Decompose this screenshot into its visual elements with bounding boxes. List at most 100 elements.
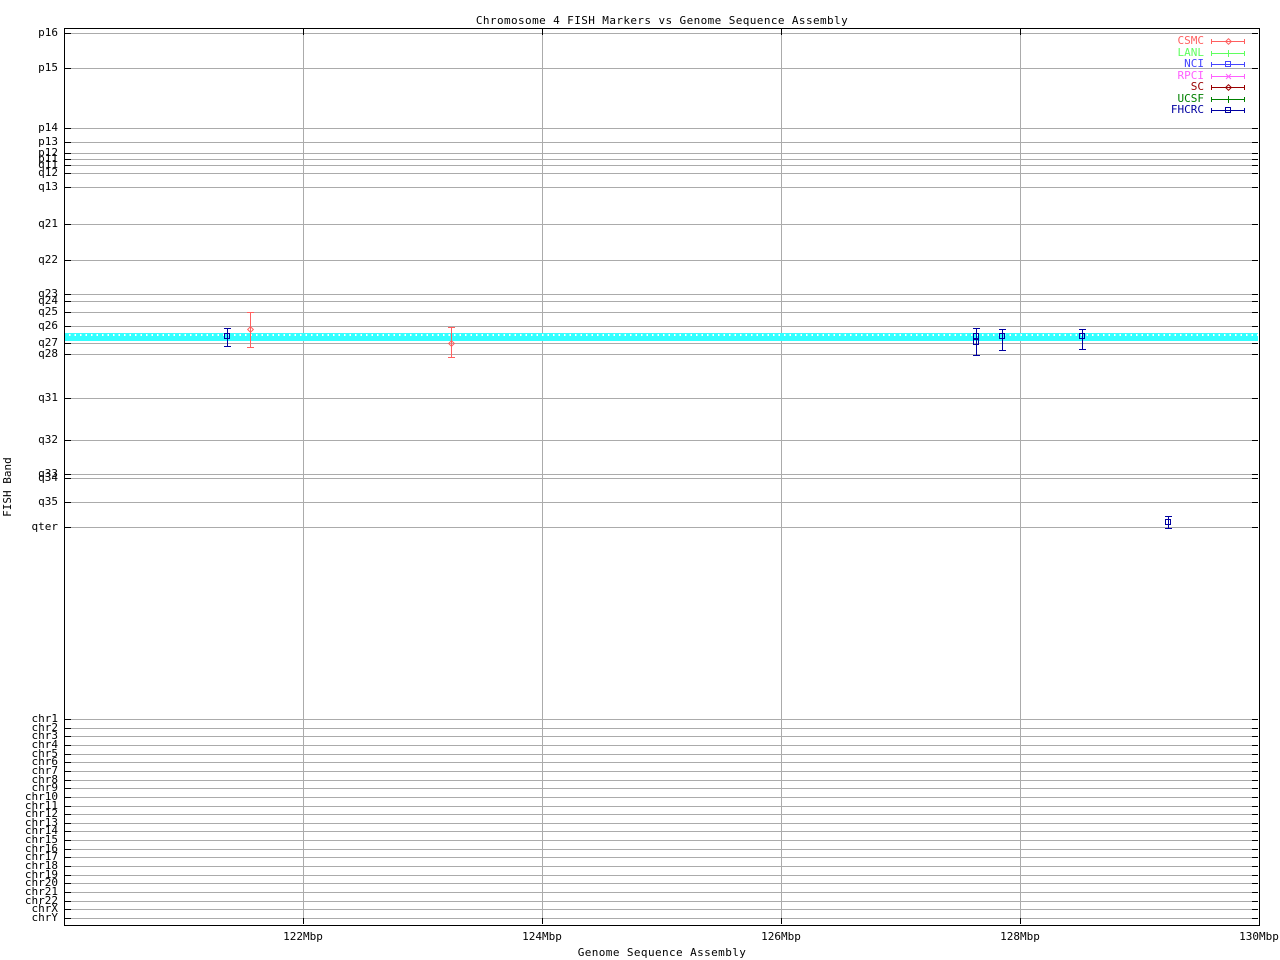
gridline-x	[542, 29, 543, 924]
gridline-y	[65, 165, 1258, 166]
gridline-y	[65, 840, 1258, 841]
y-band-label: q28	[38, 347, 58, 360]
y-band-label: q35	[38, 495, 58, 508]
gridline-y	[65, 173, 1258, 174]
tick-top	[1020, 29, 1021, 35]
gridline-y	[65, 806, 1258, 807]
error-cap	[973, 355, 980, 356]
tick-right	[1252, 754, 1258, 755]
tick-left	[65, 478, 71, 479]
error-cap	[999, 350, 1006, 351]
tick-left	[65, 187, 71, 188]
tick-bottom	[303, 918, 304, 924]
tick-left	[65, 301, 71, 302]
tick-left	[65, 502, 71, 503]
gridline-y	[65, 294, 1258, 295]
gridline-y	[65, 866, 1258, 867]
tick-left	[65, 909, 71, 910]
data-point-FHCRC	[999, 333, 1005, 339]
y-band-label: chrY	[31, 911, 59, 924]
y-band-label: p14	[38, 121, 58, 134]
y-band-label: q34	[38, 471, 58, 484]
error-cap	[1079, 349, 1086, 350]
tick-left	[65, 762, 71, 763]
tick-bottom	[781, 918, 782, 924]
x-tick-label: 124Mbp	[522, 930, 562, 943]
data-point-FHCRC	[973, 339, 979, 345]
x-tick-label: 122Mbp	[283, 930, 323, 943]
tick-left	[65, 343, 71, 344]
gridline-y	[65, 312, 1258, 313]
y-band-label: q31	[38, 391, 58, 404]
gridline-y	[65, 849, 1258, 850]
tick-right	[1252, 883, 1258, 884]
gridline-y	[65, 814, 1258, 815]
tick-left	[65, 326, 71, 327]
tick-left	[65, 224, 71, 225]
tick-left	[65, 474, 71, 475]
tick-left	[65, 788, 71, 789]
tick-left	[65, 780, 71, 781]
tick-right	[1252, 831, 1258, 832]
gridline-y	[65, 474, 1258, 475]
tick-right	[1252, 849, 1258, 850]
tick-right	[1252, 797, 1258, 798]
tick-right	[1252, 260, 1258, 261]
tick-right	[1252, 478, 1258, 479]
tick-right	[1252, 719, 1258, 720]
tick-right	[1252, 398, 1258, 399]
error-cap	[1165, 528, 1172, 529]
tick-left	[65, 159, 71, 160]
tick-right	[1252, 806, 1258, 807]
gridline-y	[65, 343, 1258, 344]
tick-left	[65, 68, 71, 69]
tick-left	[65, 883, 71, 884]
tick-left	[65, 823, 71, 824]
tick-right	[1252, 857, 1258, 858]
gridline-y	[65, 68, 1258, 69]
error-bar-FHCRC	[1082, 329, 1083, 349]
gridline-y	[65, 797, 1258, 798]
tick-right	[1252, 68, 1258, 69]
tick-left	[65, 165, 71, 166]
gridline-y	[65, 883, 1258, 884]
tick-left	[65, 294, 71, 295]
gridline-y	[65, 187, 1258, 188]
gridline-y	[65, 831, 1258, 832]
y-band-label: q26	[38, 319, 58, 332]
y-band-label: q25	[38, 305, 58, 318]
data-point-FHCRC	[224, 333, 230, 339]
tick-right	[1252, 142, 1258, 143]
gridline-y	[65, 224, 1258, 225]
tick-right	[1252, 875, 1258, 876]
error-cap	[1165, 516, 1172, 517]
gridline-y	[65, 728, 1258, 729]
error-cap	[224, 346, 231, 347]
gridline-y	[65, 142, 1258, 143]
tick-left	[65, 153, 71, 154]
y-band-label: p16	[38, 26, 58, 39]
gridline-y	[65, 440, 1258, 441]
tick-right	[1252, 866, 1258, 867]
gridline-x	[781, 29, 782, 924]
error-cap	[247, 312, 254, 313]
error-cap	[973, 328, 980, 329]
gridline-y	[65, 780, 1258, 781]
gridline-y	[65, 260, 1258, 261]
tick-right	[1252, 762, 1258, 763]
tick-right	[1252, 312, 1258, 313]
y-band-label: q21	[38, 217, 58, 230]
tick-right	[1252, 918, 1258, 919]
tick-right	[1252, 788, 1258, 789]
tick-left	[65, 440, 71, 441]
tick-bottom	[1020, 918, 1021, 924]
tick-left	[65, 736, 71, 737]
tick-right	[1252, 840, 1258, 841]
tick-left	[65, 260, 71, 261]
tick-right	[1252, 294, 1258, 295]
tick-left	[65, 33, 71, 34]
tick-left	[65, 754, 71, 755]
tick-right	[1252, 354, 1258, 355]
tick-right	[1252, 502, 1258, 503]
tick-right	[1252, 780, 1258, 781]
